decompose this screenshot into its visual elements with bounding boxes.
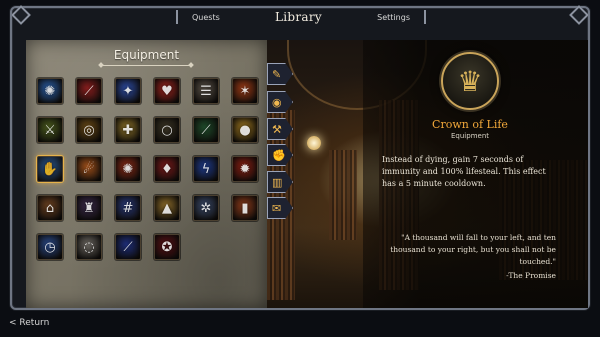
tab-quests[interactable]: Quests	[192, 13, 220, 22]
item-type: Equipment	[451, 132, 489, 140]
bronze-helmet-icon[interactable]: ⌂	[37, 195, 63, 221]
blue-bolt-icon[interactable]: ✦	[115, 78, 141, 104]
item-description: Instead of dying, gain 7 seconds of immu…	[382, 155, 546, 188]
purple-potion-icon[interactable]: ♜	[76, 195, 102, 221]
frame-corner-ornament	[569, 5, 589, 25]
blue-dagger-icon[interactable]: ⟋	[115, 234, 141, 260]
red-sun-icon[interactable]: ✹	[232, 156, 258, 182]
quote-source: -The Promise	[506, 271, 556, 280]
tab-bar-divider	[176, 10, 178, 24]
golden-ring-icon[interactable]: ◎	[76, 117, 102, 143]
tab-settings[interactable]: Settings	[377, 13, 410, 22]
top-tab-bar: Quests Library Settings	[176, 6, 426, 28]
fire-claw-icon[interactable]: ✶	[232, 78, 258, 104]
item-quote: "A thousand will fall to your left, and …	[390, 233, 556, 266]
crown-icon: ♛	[441, 52, 499, 110]
blue-gauntlet-icon[interactable]: ✋	[37, 156, 63, 182]
tab-library[interactable]: Library	[275, 10, 322, 24]
tab-bar-divider	[424, 10, 426, 24]
faded-orb-icon[interactable]: ◌	[76, 234, 102, 260]
round-window	[307, 136, 321, 150]
red-potion-icon[interactable]: ♦	[154, 156, 180, 182]
amulet-icon[interactable]: ○	[154, 117, 180, 143]
bookshelf	[329, 150, 357, 240]
red-heart-icon[interactable]: ♥	[154, 78, 180, 104]
golden-pouch-icon[interactable]: ●	[232, 117, 258, 143]
equipment-panel: Equipment ✺ ⟋ ✦ ♥ ☰ ✶ ⚔ ◎ ✚ ○ ⟋ ● ✋ ☄ ✺ ♦ ϟ ✹ ⌂ ♜ # ▲ ✲ ▮ ◷ ◌ ⟋ ✪	[26, 40, 267, 308]
frame-corner-ornament	[11, 5, 31, 25]
flame-tome-icon[interactable]: ▮	[232, 195, 258, 221]
fire-swirl-icon[interactable]: ✺	[115, 156, 141, 182]
orange-claw-icon[interactable]: ☄	[76, 156, 102, 182]
blue-clock-icon[interactable]: ◷	[37, 234, 63, 260]
equipment-heading: Equipment	[113, 48, 180, 62]
green-wand-icon[interactable]: ⟋	[193, 117, 219, 143]
red-feather-icon[interactable]: ⟋	[76, 78, 102, 104]
scroll-icon[interactable]: ☰	[193, 78, 219, 104]
golden-sword-icon[interactable]: ✚	[115, 117, 141, 143]
blue-lattice-icon[interactable]: #	[115, 195, 141, 221]
heading-divider	[102, 65, 190, 66]
item-name: Crown of Life	[432, 118, 508, 131]
blue-claw-icon[interactable]: ✺	[37, 78, 63, 104]
green-blade-icon[interactable]: ⚔	[37, 117, 63, 143]
return-button[interactable]: < Return	[9, 318, 49, 328]
red-rune-icon[interactable]: ✪	[154, 234, 180, 260]
silver-gear-icon[interactable]: ✲	[193, 195, 219, 221]
gold-bag-icon[interactable]: ▲	[154, 195, 180, 221]
lightning-icon[interactable]: ϟ	[193, 156, 219, 182]
